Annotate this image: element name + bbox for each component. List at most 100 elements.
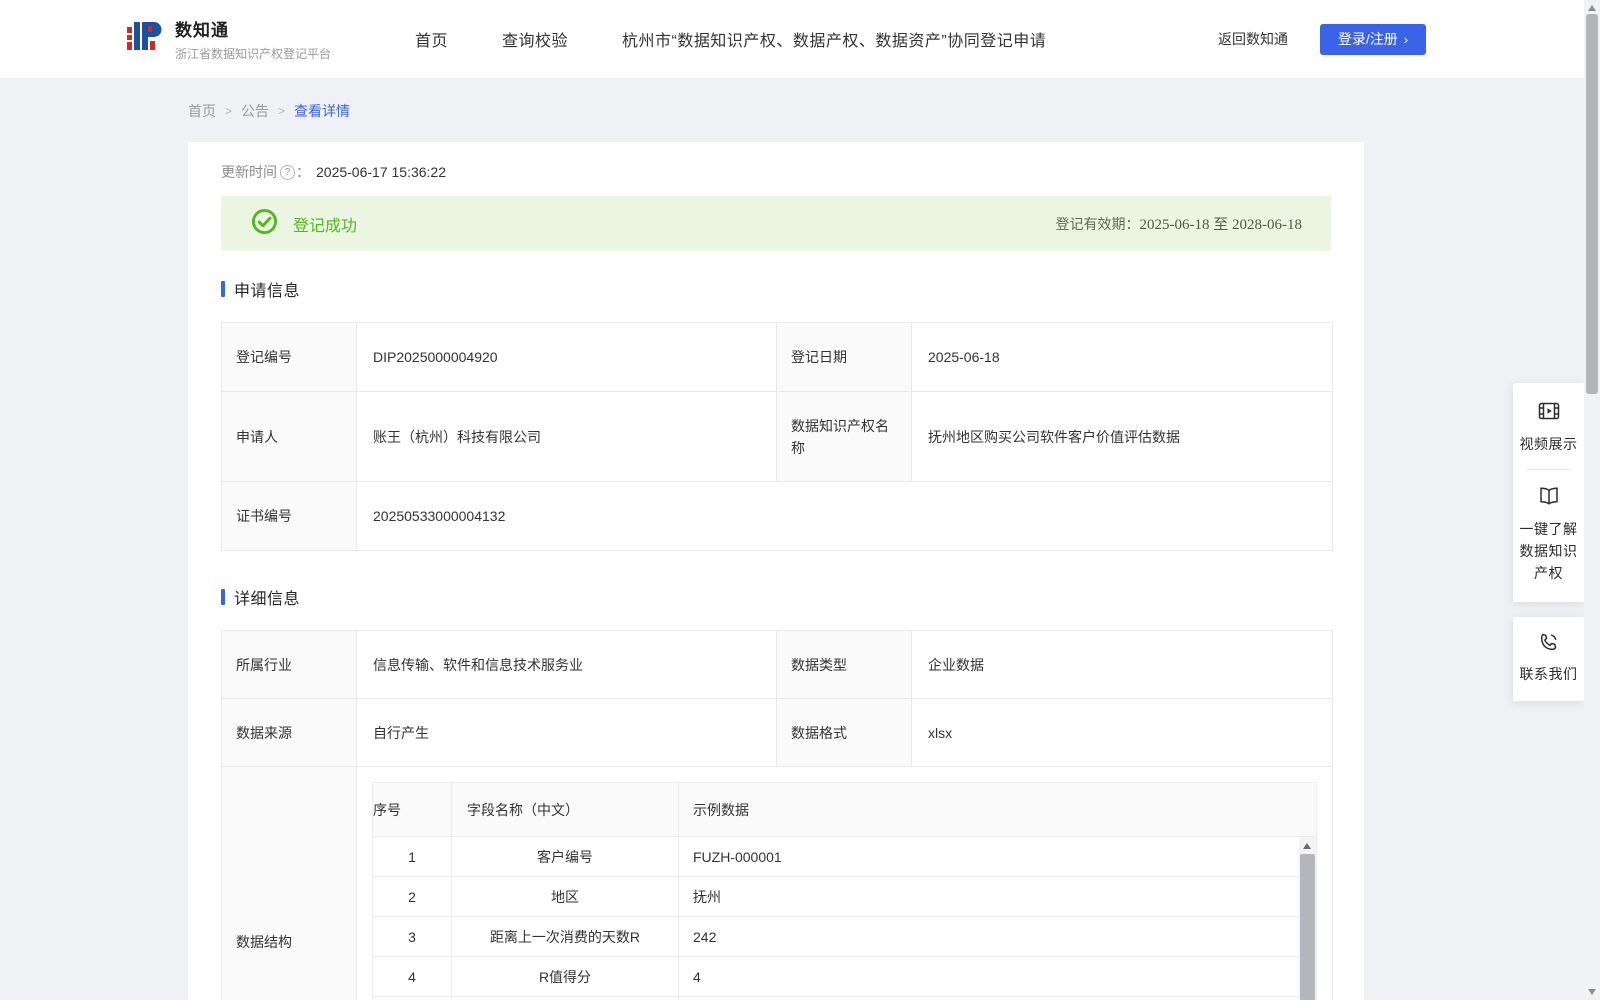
- login-register-label: 登录/注册: [1337, 31, 1398, 47]
- field-name: 客户编号: [451, 836, 679, 877]
- topbar-actions: 返回数知通 登录/注册 ›: [1218, 23, 1600, 55]
- floating-card-contact: 联系我们: [1513, 617, 1584, 701]
- breadcrumb-separator: >: [225, 104, 233, 118]
- validity-label: 登记有效期：: [1055, 216, 1140, 232]
- breadcrumb-announcement[interactable]: 公告: [241, 101, 269, 121]
- field-label: 登记编号: [221, 322, 357, 392]
- chevron-right-icon: ›: [1403, 31, 1409, 47]
- table-header-row: 序号 字段名称（中文） 示例数据: [372, 782, 1317, 837]
- field-label: 证书编号: [221, 481, 357, 551]
- data-format-value: xlsx: [911, 698, 1333, 767]
- column-header-sample-data: 示例数据: [678, 782, 1317, 837]
- field-label: 登记日期: [776, 322, 912, 392]
- field-label: 数据来源: [221, 698, 357, 767]
- update-time-value: 2025-06-17 15:36:22: [316, 164, 446, 180]
- nav-item-query-verify[interactable]: 查询校验: [502, 27, 568, 51]
- phone-icon: [1538, 633, 1560, 656]
- field-name: R值得分: [451, 956, 679, 997]
- book-icon: [1537, 487, 1561, 511]
- sample-data: 4: [678, 956, 1317, 997]
- back-to-shuzhitong-link[interactable]: 返回数知通: [1218, 29, 1288, 49]
- scroll-up-arrow-icon[interactable]: [1588, 5, 1596, 11]
- logo-subtitle: 浙江省数据知识产权登记平台: [175, 47, 332, 61]
- contact-us-item[interactable]: 联系我们: [1518, 631, 1579, 685]
- column-header-field-name: 字段名称（中文）: [451, 782, 679, 837]
- scroll-up-arrow-icon[interactable]: [1303, 843, 1311, 849]
- breadcrumb-view-detail: 查看详情: [294, 103, 351, 119]
- inner-scrollbar-thumb[interactable]: [1300, 854, 1315, 1000]
- table-row: 证书编号 20250533000004132: [221, 481, 1333, 551]
- section-bar: [221, 589, 225, 605]
- registration-status-banner: 登记成功 登记有效期：2025-06-18 至 2028-06-18: [221, 196, 1331, 251]
- scroll-down-arrow-icon[interactable]: [1588, 989, 1596, 995]
- logo-text: 数知通 浙江省数据知识产权登记平台: [175, 16, 331, 62]
- data-type-value: 企业数据: [911, 630, 1333, 699]
- field-label: 数据格式: [776, 698, 912, 767]
- table-row: 2 地区 抚州: [372, 876, 1317, 917]
- breadcrumb: 首页 > 公告 > 查看详情: [188, 101, 1600, 121]
- field-label: 数据知识产权名称: [776, 391, 912, 482]
- data-structure-label: 数据结构: [221, 766, 357, 1000]
- section-bar: [221, 281, 225, 297]
- industry-value: 信息传输、软件和信息技术服务业: [356, 630, 777, 699]
- certificate-number-value: 20250533000004132: [356, 481, 1333, 551]
- field-label: 申请人: [221, 391, 357, 482]
- help-icon[interactable]: ?: [280, 164, 295, 180]
- validity-period: 登记有效期：2025-06-18 至 2028-06-18: [1056, 213, 1302, 234]
- platform-logo[interactable]: 数知通 浙江省数据知识产权登记平台: [125, 16, 375, 62]
- sample-data: 242: [678, 916, 1317, 957]
- row-index: 2: [372, 876, 452, 917]
- apply-info-table: 登记编号 DIP2025000004920 登记日期 2025-06-18 申请…: [221, 322, 1333, 551]
- page-scrollbar-thumb[interactable]: [1586, 14, 1598, 394]
- breadcrumb-home[interactable]: 首页: [188, 101, 216, 121]
- row-index: 4: [372, 956, 452, 997]
- floating-card-top: 视频展示 一键了解数据知识产权: [1513, 383, 1584, 602]
- detail-info-section-title: 详细信息: [221, 585, 1331, 609]
- sample-data: FUZH-000001: [678, 836, 1317, 877]
- table-row: 数据来源 自行产生 数据格式 xlsx: [221, 698, 1333, 767]
- top-navigation-bar: 数知通 浙江省数据知识产权登记平台 首页 查询校验 杭州市“数据知识产权、数据产…: [0, 0, 1600, 78]
- apply-info-section-title: 申请信息: [221, 277, 1331, 301]
- row-index: 3: [372, 916, 452, 957]
- data-source-value: 自行产生: [356, 698, 777, 767]
- update-time-row: 更新时间 ? ： 2025-06-17 15:36:22: [221, 162, 1331, 182]
- logo-icon: [125, 17, 165, 62]
- table-row: 所属行业 信息传输、软件和信息技术服务业 数据类型 企业数据: [221, 630, 1333, 699]
- page-scrollbar[interactable]: [1584, 0, 1600, 1000]
- column-header-index: 序号: [372, 782, 452, 837]
- validity-value: 2025-06-18 至 2028-06-18: [1139, 217, 1302, 233]
- field-label: 所属行业: [221, 630, 357, 699]
- data-structure-table-wrap: 序号 字段名称（中文） 示例数据 1 客户编号 FUZH-000001 2 地区…: [372, 782, 1317, 1000]
- video-showcase-item[interactable]: 视频展示: [1518, 399, 1579, 455]
- table-row: 数据结构 序号 字段名称（中文） 示例数据 1 客户编号 FUZH-000001…: [221, 766, 1333, 1000]
- check-circle-icon: [251, 208, 278, 240]
- table-row: 1 客户编号 FUZH-000001: [372, 836, 1317, 877]
- registration-number-value: DIP2025000004920: [356, 322, 777, 392]
- detail-info-title: 详细信息: [234, 591, 301, 608]
- nav-item-home[interactable]: 首页: [415, 27, 448, 51]
- inner-table-scrollbar[interactable]: [1299, 837, 1316, 1000]
- contact-us-label: 联系我们: [1519, 666, 1578, 682]
- video-icon: [1537, 402, 1561, 426]
- video-showcase-label: 视频展示: [1519, 436, 1578, 452]
- sample-data: 抚州: [678, 876, 1317, 917]
- table-row: 登记编号 DIP2025000004920 登记日期 2025-06-18: [221, 322, 1333, 392]
- learn-data-ip-item[interactable]: 一键了解数据知识产权: [1518, 484, 1579, 584]
- table-row: 申请人 账王（杭州）科技有限公司 数据知识产权名称 抚州地区购买公司软件客户价值…: [221, 391, 1333, 482]
- data-ip-name-value: 抚州地区购买公司软件客户价值评估数据: [911, 391, 1333, 482]
- field-name: 地区: [451, 876, 679, 917]
- learn-data-ip-label: 一键了解数据知识产权: [1519, 521, 1578, 581]
- data-structure-table: 序号 字段名称（中文） 示例数据 1 客户编号 FUZH-000001 2 地区…: [372, 782, 1317, 1000]
- nav-item-hangzhou-collaborative-registration[interactable]: 杭州市“数据知识产权、数据产权、数据资产”协同登记申请: [622, 27, 1046, 51]
- field-name: 距离上一次消费的天数R: [451, 916, 679, 957]
- divider: [1527, 469, 1570, 470]
- banner-status-group: 登记成功: [251, 208, 357, 240]
- update-time-colon: ：: [296, 164, 310, 180]
- data-structure-cell: 序号 字段名称（中文） 示例数据 1 客户编号 FUZH-000001 2 地区…: [356, 766, 1333, 1000]
- floating-side-panel: 视频展示 一键了解数据知识产权 联系我们: [1513, 383, 1584, 701]
- update-time-label: 更新时间: [221, 164, 277, 180]
- login-register-button[interactable]: 登录/注册 ›: [1320, 23, 1426, 55]
- table-row: 3 距离上一次消费的天数R 242: [372, 916, 1317, 957]
- field-label: 数据类型: [776, 630, 912, 699]
- detail-info-table: 所属行业 信息传输、软件和信息技术服务业 数据类型 企业数据 数据来源 自行产生…: [221, 630, 1333, 1000]
